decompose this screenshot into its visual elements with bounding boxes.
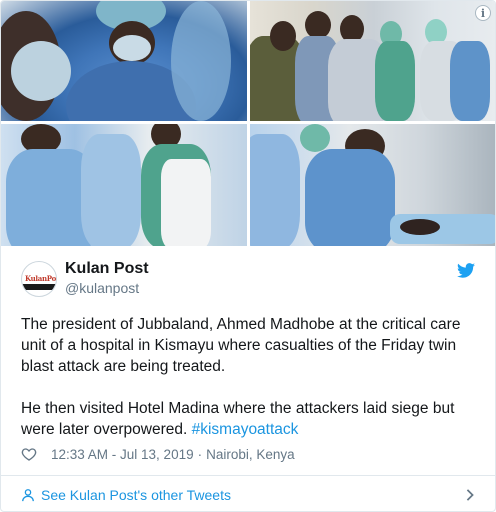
tweet-card: i KulanPost Kulan Post @kulanpost	[0, 0, 496, 512]
tweet-meta: 12:33 AM - Jul 13, 2019 · Nairobi, Kenya	[21, 445, 295, 463]
photo-4[interactable]	[250, 124, 495, 246]
chevron-right-icon	[466, 489, 474, 501]
photo-1[interactable]	[1, 1, 247, 121]
hashtag-link[interactable]: #kismayoattack	[192, 421, 299, 438]
avatar-logo-text: KulanPost	[25, 274, 56, 283]
twitter-bird-icon[interactable]	[457, 263, 475, 278]
tweet-paragraph-1: The president of Jubbaland, Ahmed Madhob…	[21, 316, 461, 375]
tweet-text: The president of Jubbaland, Ahmed Madhob…	[21, 314, 481, 461]
other-tweets-label: See Kulan Post's other Tweets	[41, 486, 231, 503]
avatar-logo-bar	[22, 284, 56, 290]
photo-2[interactable]: i	[250, 1, 495, 121]
tweet-timestamp[interactable]: 12:33 AM - Jul 13, 2019	[51, 447, 194, 462]
meta-separator: ·	[197, 446, 203, 462]
author-name[interactable]: Kulan Post	[65, 260, 149, 278]
person-icon	[22, 488, 34, 501]
info-icon[interactable]: i	[475, 5, 491, 21]
other-tweets-link[interactable]: See Kulan Post's other Tweets	[1, 475, 495, 511]
media-grid[interactable]: i	[1, 1, 495, 246]
author-handle[interactable]: @kulanpost	[65, 280, 139, 296]
tweet-paragraph-2: He then visited Hotel Madina where the a…	[21, 398, 481, 440]
photo-3[interactable]	[1, 124, 247, 246]
heart-icon[interactable]	[21, 446, 37, 462]
tweet-location[interactable]: Nairobi, Kenya	[206, 447, 295, 462]
avatar[interactable]: KulanPost	[21, 261, 57, 297]
